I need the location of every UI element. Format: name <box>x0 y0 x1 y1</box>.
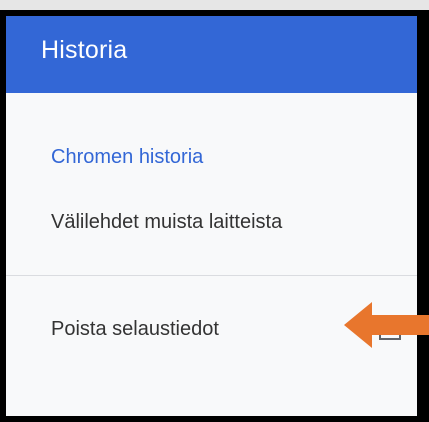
screenshot-frame: Historia Chromen historia Välilehdet mui… <box>0 10 429 422</box>
sidebar-item-clear-browsing-data[interactable]: Poista selaustiedot <box>51 318 219 341</box>
history-sidebar: Historia Chromen historia Välilehdet mui… <box>6 16 417 416</box>
sidebar-item-tabs-from-other-devices[interactable]: Välilehdet muista laitteista <box>51 211 282 234</box>
sidebar-header: Historia <box>6 16 417 93</box>
top-strip <box>0 0 429 10</box>
sidebar-item-chrome-history[interactable]: Chromen historia <box>51 146 203 169</box>
page-title: Historia <box>41 36 128 64</box>
arrow-left-icon <box>344 302 429 348</box>
sidebar-divider <box>6 275 417 276</box>
